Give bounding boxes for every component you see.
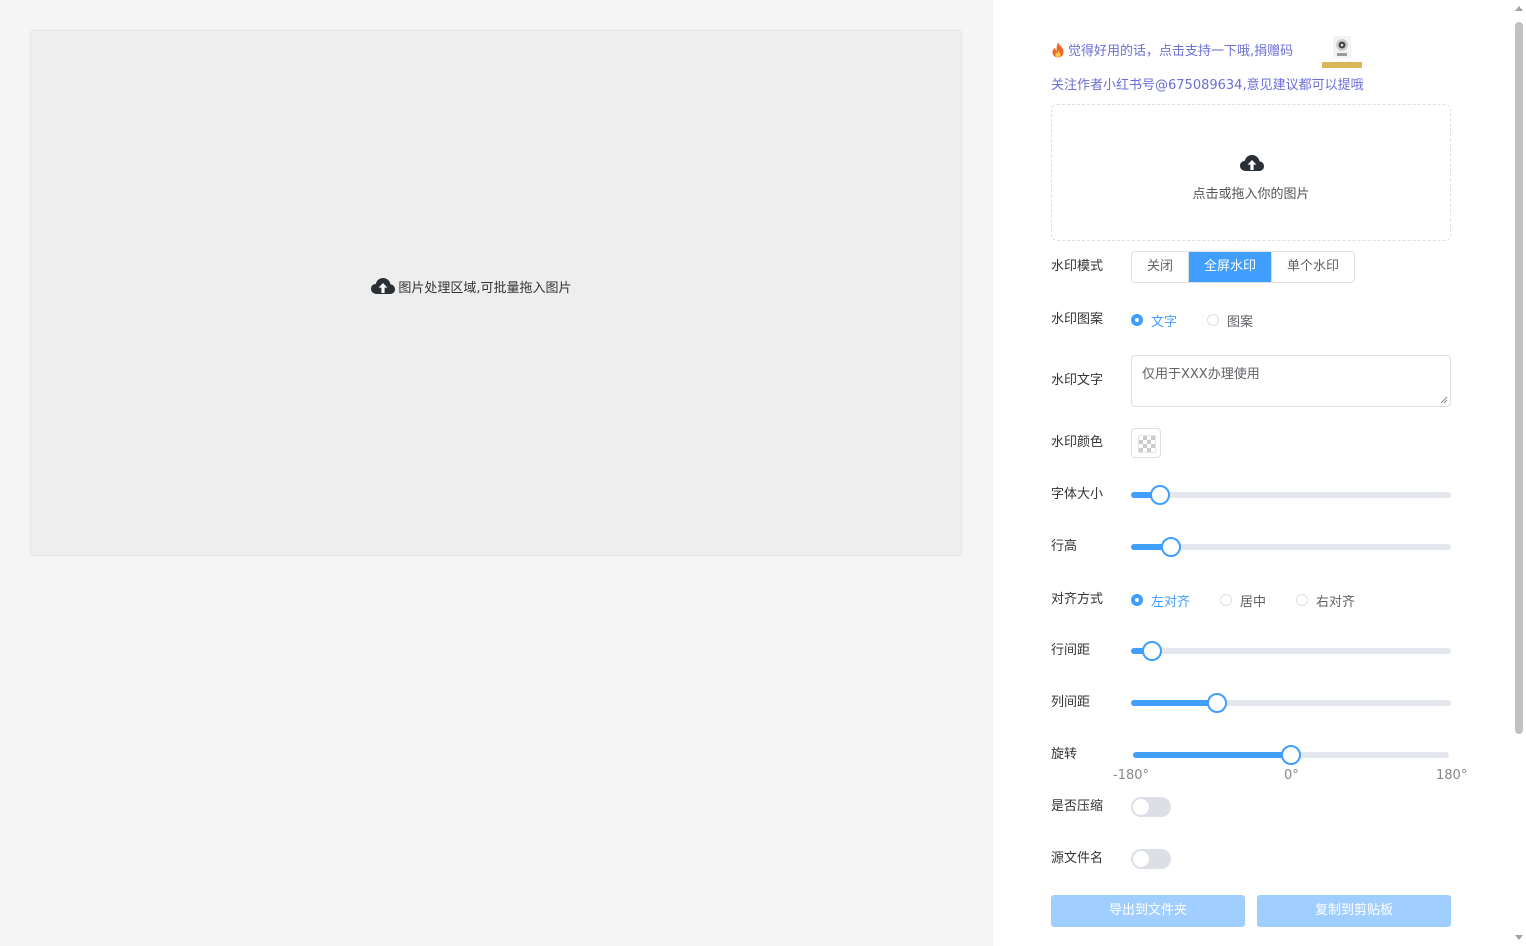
follow-author-text[interactable]: 关注作者小红书号@675089634,意见建议都可以提哦 — [1051, 74, 1364, 93]
source-name-label: 源文件名 — [1051, 851, 1104, 866]
scroll-up-arrow-icon[interactable] — [1515, 6, 1523, 11]
scroll-down-arrow-icon[interactable] — [1515, 935, 1523, 940]
mode-option-off[interactable]: 关闭 — [1132, 252, 1190, 282]
radio-dot — [1207, 314, 1220, 326]
align-radio-left-label: 左对齐 — [1151, 594, 1191, 610]
align-row: 对齐方式 左对齐 居中 右对齐 — [1051, 584, 1471, 616]
mode-segmented-control: 关闭 全屏水印 单个水印 — [1131, 251, 1356, 283]
slider-thumb[interactable] — [1161, 537, 1181, 557]
align-radio-right[interactable]: 右对齐 — [1296, 591, 1355, 610]
pattern-radio-image-label: 图案 — [1227, 314, 1254, 330]
radio-dot — [1131, 594, 1143, 606]
radio-dot — [1131, 314, 1143, 326]
pattern-radio-group: 文字 图案 — [1131, 304, 1283, 336]
settings-panel: 觉得好用的话，点击支持一下哦,捐赠码 关注作者小红书号@675089634,意见… — [993, 0, 1526, 946]
mode-label: 水印模式 — [1051, 259, 1104, 274]
donate-link[interactable]: 觉得好用的话，点击支持一下哦,捐赠码 — [1051, 40, 1293, 59]
donate-text: 觉得好用的话，点击支持一下哦,捐赠码 — [1068, 44, 1294, 59]
text-label: 水印文字 — [1051, 373, 1104, 388]
line-height-row: 行高 — [1051, 531, 1471, 563]
source-name-row: 源文件名 — [1051, 843, 1471, 875]
pattern-radio-text-label: 文字 — [1151, 314, 1178, 330]
slider-fill — [1131, 700, 1218, 706]
radio-dot — [1296, 594, 1309, 606]
color-row: 水印颜色 — [1051, 427, 1471, 459]
switch-knob — [1133, 851, 1149, 867]
export-to-folder-button[interactable]: 导出到文件夹 — [1051, 895, 1245, 927]
slider-thumb[interactable] — [1207, 693, 1228, 713]
align-radio-center-label: 居中 — [1240, 594, 1267, 610]
compress-label: 是否压缩 — [1051, 799, 1104, 814]
source-name-switch[interactable] — [1131, 849, 1171, 869]
drop-hint: 图片处理区域,可批量拖入图片 — [370, 276, 572, 296]
align-radio-center[interactable]: 居中 — [1220, 591, 1266, 610]
font-size-row: 字体大小 — [1051, 479, 1471, 511]
upload-text: 点击或拖入你的图片 — [1192, 187, 1310, 202]
drop-area-text: 图片处理区域,可批量拖入图片 — [398, 280, 572, 296]
align-label: 对齐方式 — [1051, 592, 1104, 607]
row-spacing-row: 行间距 — [1051, 635, 1471, 667]
image-drop-area[interactable]: 图片处理区域,可批量拖入图片 — [30, 30, 962, 556]
col-spacing-row: 列间距 — [1051, 687, 1471, 719]
compress-switch[interactable] — [1131, 797, 1171, 817]
rotation-row: 旋转 — [1051, 739, 1471, 771]
pattern-row: 水印图案 文字 图案 — [1051, 304, 1471, 336]
font-size-slider[interactable] — [1131, 485, 1451, 505]
cloud-upload-icon — [371, 278, 396, 294]
compress-row: 是否压缩 — [1051, 791, 1471, 823]
pattern-radio-text[interactable]: 文字 — [1131, 311, 1177, 330]
col-spacing-slider[interactable] — [1131, 693, 1451, 713]
line-height-slider[interactable] — [1131, 537, 1451, 557]
rotation-mid-label: 0° — [1284, 768, 1299, 783]
row-spacing-slider[interactable] — [1131, 641, 1451, 661]
color-picker[interactable] — [1131, 428, 1161, 458]
copy-to-clipboard-button[interactable]: 复制到剪贴板 — [1257, 895, 1451, 927]
slider-thumb[interactable] — [1281, 745, 1301, 765]
font-size-label: 字体大小 — [1051, 487, 1104, 502]
color-label: 水印颜色 — [1051, 435, 1104, 450]
slider-thumb[interactable] — [1141, 641, 1162, 661]
pattern-radio-image[interactable]: 图案 — [1207, 311, 1253, 330]
pattern-label: 水印图案 — [1051, 312, 1104, 327]
mode-option-fullscreen[interactable]: 全屏水印 — [1189, 252, 1273, 282]
cloud-upload-icon — [1240, 155, 1264, 171]
upload-box[interactable]: 点击或拖入你的图片 — [1051, 104, 1451, 241]
transparent-swatch — [1138, 435, 1156, 453]
watermark-text-input[interactable]: 仅用于XXX办理使用 — [1131, 355, 1451, 407]
line-height-label: 行高 — [1051, 539, 1078, 554]
slider-thumb[interactable] — [1149, 485, 1170, 505]
rotation-scale: -180° 0° 180° — [1051, 768, 1481, 786]
scrollbar-thumb[interactable] — [1515, 22, 1523, 734]
fire-icon — [1052, 42, 1064, 57]
rotation-slider[interactable] — [1133, 745, 1449, 765]
align-radio-right-label: 右对齐 — [1316, 594, 1356, 610]
resize-grip-icon[interactable] — [1440, 396, 1448, 404]
align-radio-group: 左对齐 居中 右对齐 — [1131, 584, 1385, 616]
rotation-min-label: -180° — [1113, 768, 1150, 783]
slider-fill — [1133, 752, 1291, 758]
vertical-scrollbar[interactable] — [1512, 0, 1526, 946]
mode-option-single[interactable]: 单个水印 — [1272, 252, 1355, 282]
switch-knob — [1133, 799, 1149, 815]
mode-row: 水印模式 关闭 全屏水印 单个水印 — [1051, 251, 1471, 283]
col-spacing-label: 列间距 — [1051, 695, 1091, 710]
preview-panel: 图片处理区域,可批量拖入图片 — [0, 0, 993, 946]
rotation-label: 旋转 — [1051, 747, 1078, 762]
text-row: 水印文字 仅用于XXX办理使用 — [1051, 355, 1471, 407]
rotation-max-label: 180° — [1436, 768, 1468, 783]
watermark-text-value: 仅用于XXX办理使用 — [1142, 367, 1260, 382]
radio-dot — [1220, 594, 1233, 606]
donation-qr-code[interactable] — [1322, 34, 1362, 70]
row-spacing-label: 行间距 — [1051, 643, 1091, 658]
align-radio-left[interactable]: 左对齐 — [1131, 591, 1190, 610]
